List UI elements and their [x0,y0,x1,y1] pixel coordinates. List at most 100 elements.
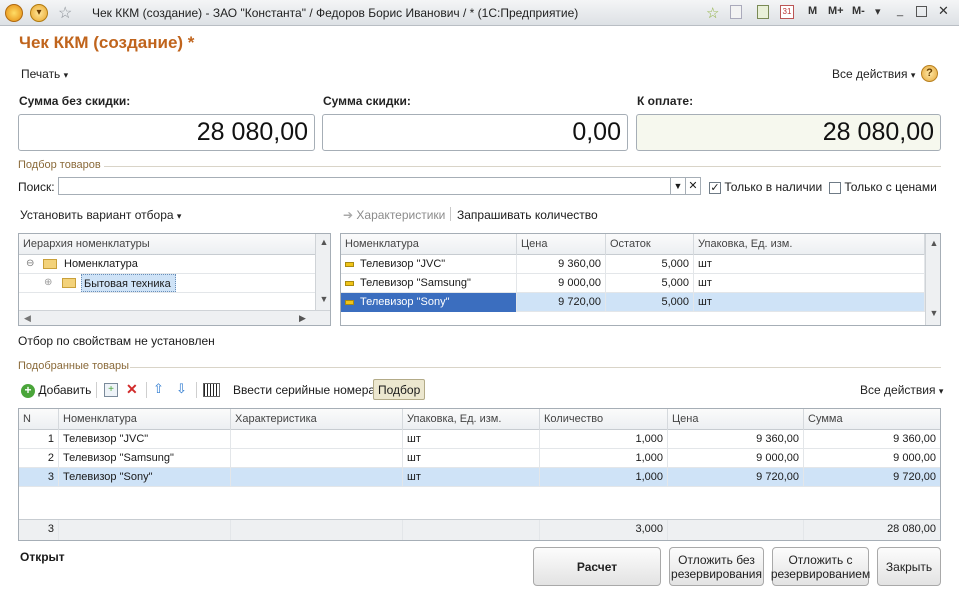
hierarchy-vscrollbar[interactable]: ▲ ▼ [315,234,330,310]
stock-cell: 5,000 [606,255,694,274]
scroll-down-icon[interactable]: ▼ [316,294,330,304]
product-name: Телевизор "Sony" [360,296,450,308]
only-with-prices-checkbox[interactable]: Только с ценами [829,180,937,194]
hierarchy-hscrollbar[interactable]: ◀ ▶ [19,310,330,325]
unit-cell: шт [403,468,540,487]
only-in-stock-checkbox[interactable]: ✓ Только в наличии [709,180,822,194]
column-header[interactable]: Цена [517,234,606,255]
picked-all-actions-menu[interactable]: Все действия ▾ [860,383,943,397]
memory-minus-button[interactable]: M- [852,5,865,17]
table-row[interactable]: Телевизор "Samsung" 9 000,00 5,000 шт [341,274,925,293]
search-dropdown-button[interactable]: ▼ [670,177,686,195]
help-icon[interactable]: ? [921,65,938,82]
page-title: Чек ККМ (создание) * [19,33,195,52]
ask-quantity-button[interactable]: Запрашивать количество [457,208,598,222]
picked-goods-table[interactable]: N Номенклатура Характеристика Упаковка, … [18,408,941,541]
search-label: Поиск: [18,180,55,194]
column-header[interactable]: Характеристика [231,409,403,430]
scroll-left-icon[interactable]: ◀ [24,313,31,324]
memory-m-button[interactable]: M [808,5,817,17]
barcode-icon[interactable] [203,383,220,397]
column-header[interactable]: N [19,409,59,430]
tools-dropdown-icon[interactable]: ▾ [875,5,881,18]
column-header[interactable]: Номенклатура [341,234,517,255]
discount-sum-field[interactable]: 0,00 [322,114,628,151]
pick-toggle-button[interactable]: Подбор [373,379,426,400]
minimize-icon[interactable]: _ [897,5,903,17]
tree-node-label: Бытовая техника [81,274,176,292]
app-logo-icon[interactable] [5,4,23,22]
arrow-right-icon: ➔ [343,208,354,222]
column-header[interactable]: Количество [540,409,668,430]
scroll-up-icon[interactable]: ▲ [926,238,940,248]
enter-serials-button[interactable]: Ввести серийные номера [233,383,375,397]
set-filter-menu[interactable]: Установить вариант отбора ▾ [20,208,181,222]
postpone-no-reserve-button[interactable]: Отложить без резервирования [669,547,764,586]
folder-icon [43,259,57,269]
sum-without-discount-field[interactable]: 28 080,00 [18,114,315,151]
chevron-down-icon: ▾ [176,211,182,221]
table-row[interactable]: 1 Телевизор "JVC" шт 1,000 9 360,00 9 36… [19,430,940,449]
total-empty-cell [231,520,403,540]
section-divider [104,166,941,167]
collapse-icon[interactable]: ⊖ [26,258,34,269]
postpone-reserve-button[interactable]: Отложить с резервированием [771,547,870,586]
add-favorite-icon[interactable]: ☆ [706,4,719,22]
search-input[interactable] [58,177,671,195]
column-header[interactable]: Остаток [606,234,694,255]
favorite-star-icon[interactable]: ☆ [58,3,72,23]
memory-plus-button[interactable]: M+ [828,5,844,17]
table-row[interactable]: 2 Телевизор "Samsung" шт 1,000 9 000,00 … [19,449,940,468]
section-divider [130,367,941,368]
move-down-icon[interactable]: ⇩ [176,381,187,397]
tree-node-root[interactable]: ⊖ Номенклатура [19,255,315,274]
column-header[interactable]: Сумма [804,409,940,430]
calc-button[interactable]: Расчет [533,547,661,586]
scroll-right-icon[interactable]: ▶ [299,313,306,324]
table-empty-area[interactable] [19,488,940,519]
maximize-icon[interactable] [916,6,927,17]
products-vscrollbar[interactable]: ▲ ▼ [925,234,940,325]
print-menu[interactable]: Печать ▾ [21,67,68,81]
products-header-row: Номенклатура Цена Остаток Упаковка, Ед. … [341,234,925,255]
main-menu-icon[interactable]: ▾ [30,4,48,22]
scroll-up-icon[interactable]: ▲ [316,237,330,247]
delete-icon[interactable]: ✕ [126,381,138,398]
close-button[interactable]: Закрыть [877,547,941,586]
add-button[interactable]: + Добавить [21,383,91,398]
table-row-selected[interactable]: Телевизор "Sony" 9 720,00 5,000 шт [341,293,925,312]
stock-cell: 5,000 [606,293,694,312]
row-number-cell: 1 [19,430,59,449]
tree-node-child[interactable]: ⊕ Бытовая техника [19,274,315,293]
chevron-down-icon: ▾ [910,70,916,80]
table-row[interactable]: Телевизор "JVC" 9 360,00 5,000 шт [341,255,925,274]
column-header[interactable]: Цена [668,409,804,430]
toolbar-separator [96,382,97,398]
move-up-icon[interactable]: ⇧ [153,381,164,397]
history-icon[interactable] [730,5,742,19]
copy-icon[interactable]: + [104,383,118,397]
column-header[interactable]: Упаковка, Ед. изм. [403,409,540,430]
to-pay-field[interactable]: 28 080,00 [636,114,941,151]
hierarchy-column-header[interactable]: Иерархия номенклатуры [19,234,315,255]
expand-icon[interactable]: ⊕ [44,277,52,288]
column-header[interactable]: Номенклатура [59,409,231,430]
calculator-icon[interactable] [757,5,769,19]
table-row-selected[interactable]: 3 Телевизор "Sony" шт 1,000 9 720,00 9 7… [19,468,940,487]
checkbox-unchecked-icon [829,181,841,194]
calendar-icon[interactable]: 31 [780,5,794,19]
characteristics-button[interactable]: ➔ Характеристики [343,208,445,222]
scroll-down-icon[interactable]: ▼ [926,308,940,318]
close-window-icon[interactable]: ✕ [938,3,949,19]
hierarchy-tree[interactable]: Иерархия номенклатуры ⊖ Номенклатура ⊕ Б… [18,233,331,326]
sum-cell: 9 720,00 [893,471,936,483]
products-table[interactable]: Номенклатура Цена Остаток Упаковка, Ед. … [340,233,941,326]
column-header[interactable]: Упаковка, Ед. изм. [694,234,925,255]
only-with-prices-label: Только с ценами [844,180,937,194]
help-label: ? [926,67,933,79]
price-cell: 9 720,00 [668,468,804,487]
total-sum-cell: 28 080,00 [887,523,936,535]
product-name-cell: Телевизор "Sony" [59,468,231,487]
search-clear-button[interactable]: ✕ [685,177,701,195]
all-actions-menu[interactable]: Все действия ▾ [832,67,915,81]
